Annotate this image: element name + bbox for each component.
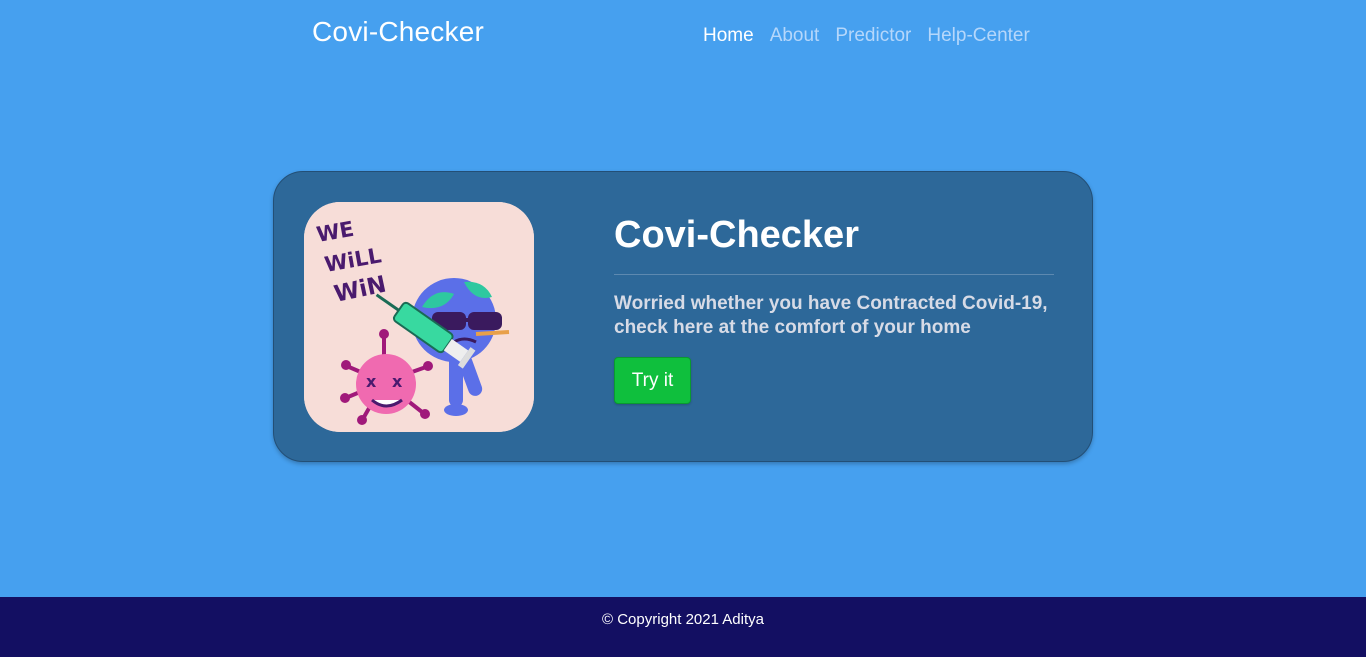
hero-divider — [614, 274, 1054, 275]
earth-vaccinating-virus-illustration-icon: WE WiLL WiN x x — [304, 202, 534, 432]
hero-lead-text: Worried whether you have Contracted Covi… — [614, 293, 1048, 338]
nav-links: Home About Predictor Help-Center — [703, 25, 1030, 47]
nav-link-help-center[interactable]: Help-Center — [927, 25, 1029, 47]
nav-link-about[interactable]: About — [770, 25, 820, 47]
hero-card: WE WiLL WiN x x Covi-Checker Worried whe… — [273, 171, 1093, 462]
footer: © Copyright 2021 Aditya — [0, 597, 1366, 657]
svg-text:x: x — [392, 372, 403, 391]
footer-copyright: © Copyright 2021 Aditya — [602, 611, 764, 628]
hero-title: Covi-Checker — [614, 214, 859, 256]
try-it-button[interactable]: Try it — [614, 357, 691, 404]
svg-text:x: x — [366, 372, 377, 391]
nav-link-home[interactable]: Home — [703, 25, 754, 47]
navbar: Covi-Checker Home About Predictor Help-C… — [0, 0, 1366, 75]
nav-link-predictor[interactable]: Predictor — [835, 25, 911, 47]
hero-illustration: WE WiLL WiN x x — [304, 202, 534, 432]
brand-logo-link[interactable]: Covi-Checker — [312, 16, 484, 48]
